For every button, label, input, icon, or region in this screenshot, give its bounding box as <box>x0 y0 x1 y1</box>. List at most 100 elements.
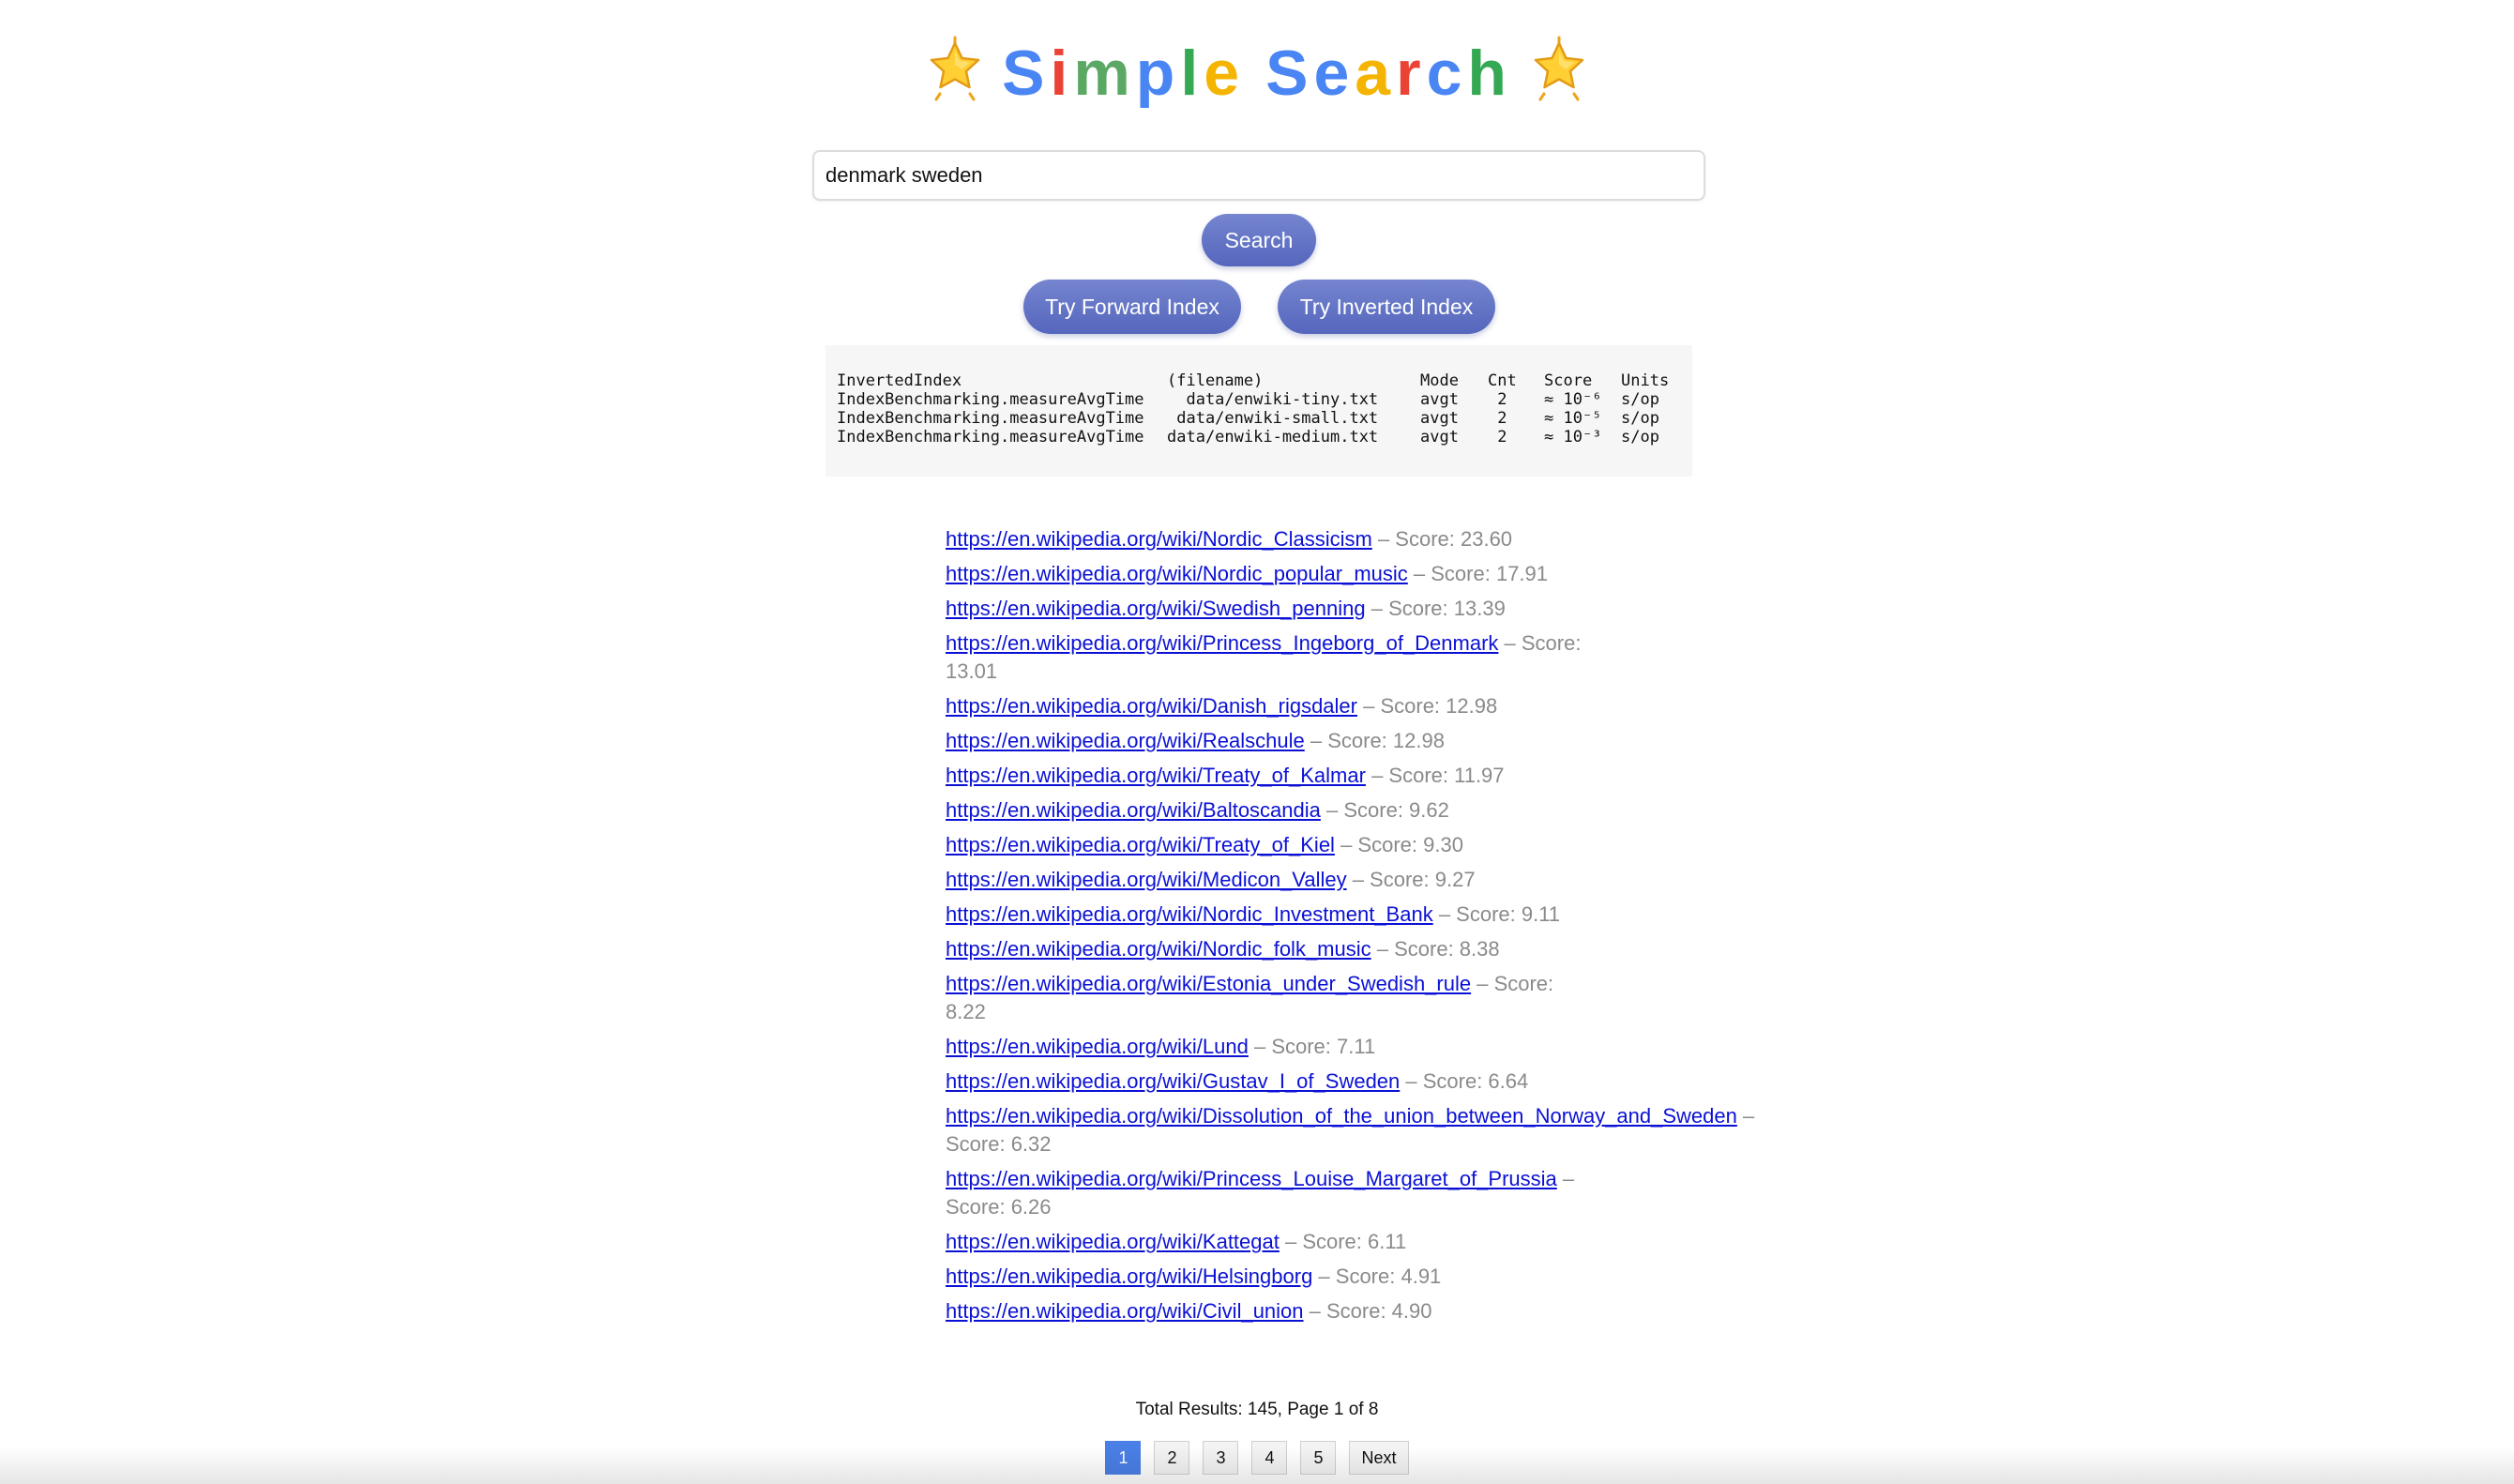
benchmark-header-cell: Units <box>1621 371 1670 390</box>
result-item: https://en.wikipedia.org/wiki/Helsingbor… <box>946 1263 1771 1291</box>
benchmark-cell: avgt <box>1420 390 1459 409</box>
benchmark-cell: IndexBenchmarking.measureAvgTime <box>837 390 1144 409</box>
page-title: Simple Search <box>0 26 2514 111</box>
benchmark-cell: avgt <box>1420 409 1459 428</box>
result-score: – Score: 12.98 <box>1357 694 1498 718</box>
result-score: – Score: 9.62 <box>1320 798 1449 822</box>
result-score: – Score: 8.38 <box>1371 937 1500 961</box>
search-input[interactable] <box>812 150 1705 201</box>
result-item: https://en.wikipedia.org/wiki/Gustav_I_o… <box>946 1068 1771 1096</box>
try-inverted-index-button[interactable]: Try Inverted Index <box>1278 280 1495 334</box>
result-link[interactable]: https://en.wikipedia.org/wiki/Medicon_Va… <box>946 868 1347 891</box>
result-link[interactable]: https://en.wikipedia.org/wiki/Realschule <box>946 729 1305 752</box>
benchmark-cell: ≈ 10⁻⁶ <box>1544 390 1602 409</box>
result-link[interactable]: https://en.wikipedia.org/wiki/Treaty_of_… <box>946 833 1335 856</box>
result-link[interactable]: https://en.wikipedia.org/wiki/Civil_unio… <box>946 1299 1304 1323</box>
next-page-button[interactable]: Next <box>1349 1441 1409 1475</box>
result-score: – Score: 6.64 <box>1400 1069 1529 1093</box>
result-score: – Score: 6.11 <box>1279 1230 1407 1253</box>
star-icon <box>1525 34 1593 101</box>
result-link[interactable]: https://en.wikipedia.org/wiki/Lund <box>946 1035 1249 1058</box>
result-item: https://en.wikipedia.org/wiki/Civil_unio… <box>946 1297 1771 1325</box>
result-item: https://en.wikipedia.org/wiki/Danish_rig… <box>946 692 1771 720</box>
search-button[interactable]: Search <box>1202 214 1316 266</box>
try-forward-index-button[interactable]: Try Forward Index <box>1023 280 1241 334</box>
title-letter: r <box>1396 38 1427 110</box>
benchmark-row: IndexBenchmarking.measureAvgTime data/en… <box>837 409 1677 428</box>
result-score: – Score: 12.98 <box>1304 729 1445 752</box>
title-letter: e <box>1204 38 1246 110</box>
page-button-4[interactable]: 4 <box>1251 1441 1288 1475</box>
result-score: – Score: 4.90 <box>1303 1299 1432 1323</box>
title-letter: p <box>1135 38 1181 110</box>
result-link[interactable]: https://en.wikipedia.org/wiki/Princess_L… <box>946 1167 1557 1190</box>
result-score: – Score: 17.91 <box>1407 562 1549 585</box>
benchmark-cell: s/op <box>1621 390 1659 409</box>
title-letter: S <box>1265 38 1314 110</box>
total-results: Total Results: 145, Page 1 of 8 <box>1135 1400 1379 1419</box>
result-link[interactable]: https://en.wikipedia.org/wiki/Nordic_Inv… <box>946 902 1433 926</box>
title-letter: m <box>1073 38 1136 110</box>
result-link[interactable]: https://en.wikipedia.org/wiki/Nordic_fol… <box>946 937 1371 961</box>
benchmark-header-cell: Score <box>1544 371 1593 390</box>
result-link[interactable]: https://en.wikipedia.org/wiki/Kattegat <box>946 1230 1280 1253</box>
page-button-2[interactable]: 2 <box>1154 1441 1190 1475</box>
benchmark-cell: IndexBenchmarking.measureAvgTime <box>837 428 1144 447</box>
result-item: https://en.wikipedia.org/wiki/Baltoscand… <box>946 796 1771 825</box>
benchmark-cell: ≈ 10⁻⁵ <box>1544 409 1602 428</box>
benchmark-cell: data/enwiki-small.txt <box>1167 409 1379 428</box>
benchmark-header-row: InvertedIndex (filename) Mode Cnt Score … <box>837 371 1677 390</box>
title-space <box>1245 31 1265 115</box>
benchmark-row: IndexBenchmarking.measureAvgTime data/en… <box>837 390 1677 409</box>
result-link[interactable]: https://en.wikipedia.org/wiki/Nordic_pop… <box>946 562 1408 585</box>
result-item: https://en.wikipedia.org/wiki/Estonia_un… <box>946 970 1565 1026</box>
result-link[interactable]: https://en.wikipedia.org/wiki/Dissolutio… <box>946 1104 1737 1128</box>
result-item: https://en.wikipedia.org/wiki/Lund – Sco… <box>946 1033 1771 1061</box>
results-list: https://en.wikipedia.org/wiki/Nordic_Cla… <box>946 525 1771 1332</box>
result-item: https://en.wikipedia.org/wiki/Treaty_of_… <box>946 762 1771 790</box>
benchmark-cell: 2 <box>1488 409 1507 428</box>
result-score: – Score: 9.30 <box>1334 833 1463 856</box>
title-letter: l <box>1180 38 1204 110</box>
benchmark-cell: avgt <box>1420 428 1459 447</box>
result-link[interactable]: https://en.wikipedia.org/wiki/Nordic_Cla… <box>946 527 1372 551</box>
benchmark-cell: 2 <box>1488 428 1507 447</box>
title-letter: c <box>1426 38 1468 110</box>
benchmark-table: InvertedIndex (filename) Mode Cnt Score … <box>837 371 1677 447</box>
title-letter: e <box>1313 38 1355 110</box>
result-score: – Score: 4.91 <box>1312 1264 1442 1288</box>
result-link[interactable]: https://en.wikipedia.org/wiki/Treaty_of_… <box>946 764 1366 787</box>
page-button-1[interactable]: 1 <box>1105 1441 1142 1475</box>
pagination: 1 2 3 4 5 Next <box>0 1441 2514 1475</box>
result-item: https://en.wikipedia.org/wiki/Kattegat –… <box>946 1228 1771 1256</box>
result-link[interactable]: https://en.wikipedia.org/wiki/Danish_rig… <box>946 694 1357 718</box>
page-button-3[interactable]: 3 <box>1203 1441 1239 1475</box>
result-link[interactable]: https://en.wikipedia.org/wiki/Estonia_un… <box>946 972 1471 995</box>
title-letter: a <box>1355 38 1397 110</box>
result-link[interactable]: https://en.wikipedia.org/wiki/Gustav_I_o… <box>946 1069 1400 1093</box>
result-item: https://en.wikipedia.org/wiki/Nordic_Inv… <box>946 901 1565 929</box>
result-link[interactable]: https://en.wikipedia.org/wiki/Baltoscand… <box>946 798 1321 822</box>
result-link[interactable]: https://en.wikipedia.org/wiki/Princess_I… <box>946 631 1498 655</box>
result-item: https://en.wikipedia.org/wiki/Medicon_Va… <box>946 866 1771 894</box>
title-letter: S <box>1002 38 1051 110</box>
result-item: https://en.wikipedia.org/wiki/Nordic_fol… <box>946 935 1771 963</box>
result-link[interactable]: https://en.wikipedia.org/wiki/Swedish_pe… <box>946 597 1366 620</box>
benchmark-cell: s/op <box>1621 409 1659 428</box>
result-score: – Score: 11.97 <box>1365 764 1505 787</box>
result-item: https://en.wikipedia.org/wiki/Princess_L… <box>946 1165 1602 1221</box>
result-item: https://en.wikipedia.org/wiki/Realschule… <box>946 727 1771 755</box>
page-button-5[interactable]: 5 <box>1300 1441 1337 1475</box>
title-letter: i <box>1050 38 1074 110</box>
result-link[interactable]: https://en.wikipedia.org/wiki/Helsingbor… <box>946 1264 1312 1288</box>
result-item: https://en.wikipedia.org/wiki/Princess_I… <box>946 629 1602 686</box>
title-letter: h <box>1467 38 1512 110</box>
benchmark-header-cell: Mode <box>1420 371 1459 390</box>
benchmark-header-cell: Cnt <box>1488 371 1517 390</box>
benchmark-cell: IndexBenchmarking.measureAvgTime <box>837 409 1144 428</box>
benchmark-cell: data/enwiki-medium.txt <box>1167 428 1379 447</box>
result-score: – Score: 13.39 <box>1365 597 1506 620</box>
result-item: https://en.wikipedia.org/wiki/Treaty_of_… <box>946 831 1771 859</box>
benchmark-cell: data/enwiki-tiny.txt <box>1167 390 1379 409</box>
result-item: https://en.wikipedia.org/wiki/Nordic_pop… <box>946 560 1771 588</box>
